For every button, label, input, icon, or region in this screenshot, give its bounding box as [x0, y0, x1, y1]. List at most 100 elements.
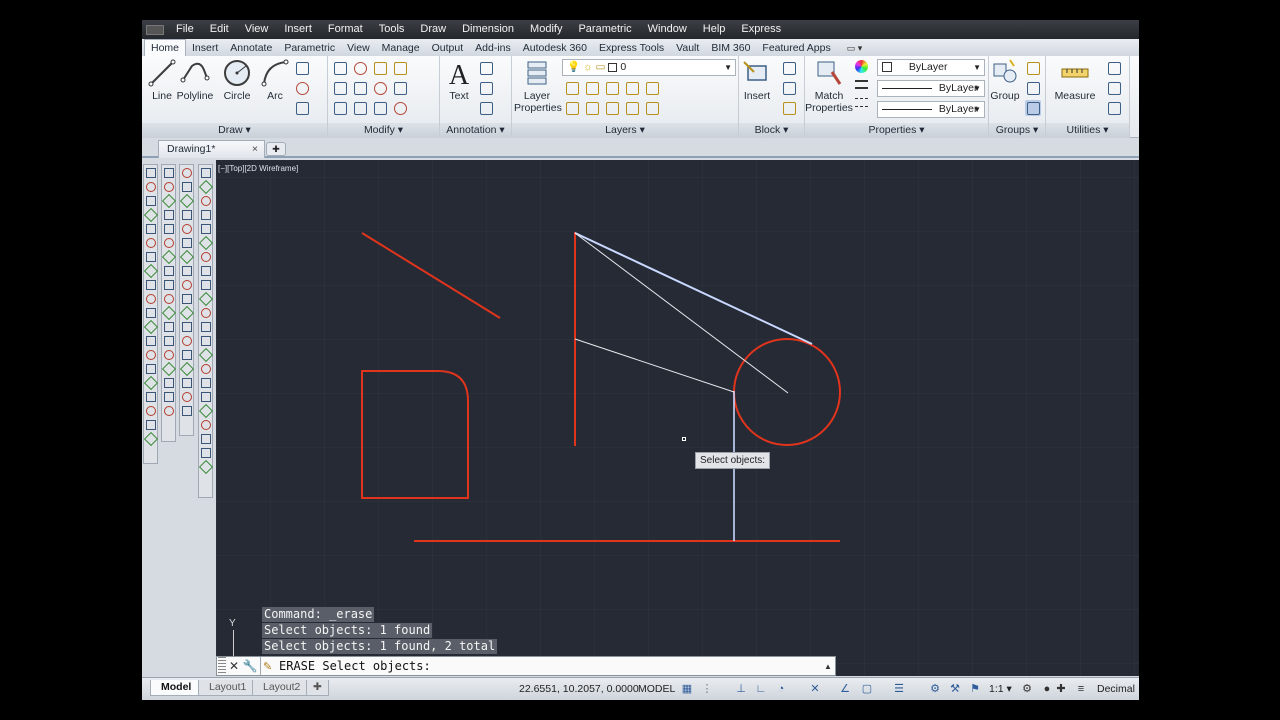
- customization-menu-icon[interactable]: ≡: [1074, 682, 1088, 696]
- toolbar-tool-icon[interactable]: [199, 306, 212, 319]
- tab-vault[interactable]: Vault: [670, 40, 705, 56]
- toolbar-tool-icon[interactable]: [199, 446, 212, 459]
- toolbar-tool-icon[interactable]: [199, 376, 212, 389]
- measure-button[interactable]: Measure: [1050, 58, 1100, 102]
- toolbar-tool-icon[interactable]: [180, 278, 193, 291]
- groups-panel-title[interactable]: Groups ▾: [989, 123, 1045, 138]
- layer-freeze-icon[interactable]: [604, 80, 620, 96]
- auto-scale-icon[interactable]: ⚒: [948, 682, 962, 696]
- toolbar-tool-icon[interactable]: [162, 404, 175, 417]
- layer-properties-button[interactable]: Layer Properties: [514, 58, 562, 114]
- toolbar-tool-icon[interactable]: [199, 194, 212, 207]
- toolbar-tool-icon[interactable]: [199, 390, 212, 403]
- arc-button[interactable]: Arc: [255, 58, 295, 102]
- isolate-objects-icon[interactable]: ✚: [1054, 682, 1068, 696]
- toolbar-tool-icon[interactable]: [144, 362, 157, 375]
- toolbar-tool-icon[interactable]: [199, 166, 212, 179]
- toolbar-tool-icon[interactable]: [162, 250, 175, 263]
- tab-express-tools[interactable]: Express Tools: [593, 40, 670, 56]
- insert-block-button[interactable]: Insert: [737, 58, 777, 102]
- layer-make-current-icon[interactable]: [644, 80, 660, 96]
- tab-output[interactable]: Output: [426, 40, 470, 56]
- tab-insert[interactable]: Insert: [186, 40, 224, 56]
- toolbar-tool-icon[interactable]: [162, 278, 175, 291]
- linear-dimension-icon[interactable]: [478, 60, 494, 76]
- array-icon[interactable]: [372, 100, 388, 116]
- toolbar-tool-icon[interactable]: [199, 460, 212, 473]
- layout-tab-model[interactable]: Model: [150, 680, 203, 696]
- object-snap-tracking-icon[interactable]: ✕: [808, 682, 822, 696]
- selection-cycling-icon[interactable]: ▢: [860, 682, 874, 696]
- select-all-icon[interactable]: [1106, 80, 1122, 96]
- toolbar-tool-icon[interactable]: [162, 222, 175, 235]
- cursor-coordinates[interactable]: 22.6551, 10.2057, 0.0000: [519, 683, 639, 695]
- modify-panel-title[interactable]: Modify ▾: [328, 123, 439, 138]
- new-layout-button[interactable]: ✚: [306, 680, 329, 696]
- quick-select-icon[interactable]: [1106, 60, 1122, 76]
- toolbar-tool-icon[interactable]: [180, 208, 193, 221]
- properties-panel-title[interactable]: Properties ▾: [805, 123, 988, 138]
- toolbar-tool-icon[interactable]: [162, 376, 175, 389]
- osnap-icon[interactable]: ∠: [838, 682, 852, 696]
- file-tab-drawing1[interactable]: Drawing1* ×: [158, 140, 265, 158]
- toolbar-tool-icon[interactable]: [180, 362, 193, 375]
- polyline-button[interactable]: Polyline: [175, 58, 215, 102]
- toolbar-tool-icon[interactable]: [144, 166, 157, 179]
- stretch-icon[interactable]: [332, 100, 348, 116]
- edit-block-icon[interactable]: [781, 80, 797, 96]
- layer-match-icon[interactable]: [644, 100, 660, 116]
- toolbar-tool-icon[interactable]: [180, 320, 193, 333]
- toolbar-tool-icon[interactable]: [162, 236, 175, 249]
- lineweight-toggle-icon[interactable]: ☰: [892, 682, 906, 696]
- layer-unisolate-icon[interactable]: [584, 100, 600, 116]
- layer-thaw-icon[interactable]: [604, 100, 620, 116]
- toolbar-tool-icon[interactable]: [144, 348, 157, 361]
- toolbar-tool-icon[interactable]: [144, 306, 157, 319]
- toolbar-tool-icon[interactable]: [180, 236, 193, 249]
- circle-button[interactable]: Circle: [217, 58, 257, 102]
- toolbar-tool-icon[interactable]: [199, 334, 212, 347]
- menu-dimension[interactable]: Dimension: [454, 20, 522, 39]
- tab-manage[interactable]: Manage: [376, 40, 426, 56]
- toolbar-tool-icon[interactable]: [199, 222, 212, 235]
- menu-format[interactable]: Format: [320, 20, 371, 39]
- tab-featured-apps[interactable]: Featured Apps: [756, 40, 836, 56]
- menu-tools[interactable]: Tools: [371, 20, 413, 39]
- toolbar-tool-icon[interactable]: [162, 362, 175, 375]
- toolbar-tool-icon[interactable]: [144, 194, 157, 207]
- toolbar-tool-icon[interactable]: [199, 320, 212, 333]
- toolbar-tool-icon[interactable]: [180, 194, 193, 207]
- toolbar-tool-icon[interactable]: [199, 208, 212, 221]
- block-panel-title[interactable]: Block ▾: [739, 123, 804, 138]
- command-input[interactable]: ERASE Select objects:: [279, 659, 821, 673]
- menu-insert[interactable]: Insert: [276, 20, 320, 39]
- toolbar-tool-icon[interactable]: [144, 376, 157, 389]
- layer-unlock-icon[interactable]: [624, 100, 640, 116]
- command-history-up-icon[interactable]: ▲: [821, 662, 835, 671]
- close-icon[interactable]: ×: [252, 141, 258, 157]
- layers-panel-title[interactable]: Layers ▾: [512, 123, 738, 138]
- tab-annotate[interactable]: Annotate: [224, 40, 278, 56]
- toolbar-tool-icon[interactable]: [180, 334, 193, 347]
- layer-dropdown[interactable]: 💡 ☼ ▭ 0 ▼: [562, 59, 736, 76]
- toolbar-tool-icon[interactable]: [144, 334, 157, 347]
- toolbar-tool-icon[interactable]: [199, 432, 212, 445]
- toolbar-tool-icon[interactable]: [144, 208, 157, 221]
- dynamic-input-icon[interactable]: ⊥: [734, 682, 748, 696]
- menu-view[interactable]: View: [237, 20, 277, 39]
- toolbar-tool-icon[interactable]: [199, 264, 212, 277]
- toolbar-tool-icon[interactable]: [144, 236, 157, 249]
- toolbar-tool-icon[interactable]: [144, 278, 157, 291]
- snap-toggle-icon[interactable]: ⋮: [700, 682, 714, 696]
- erase-icon[interactable]: [392, 60, 408, 76]
- group-edit-icon[interactable]: [1025, 80, 1041, 96]
- layer-lock-icon[interactable]: [624, 80, 640, 96]
- create-block-icon[interactable]: [781, 60, 797, 76]
- toolbar-tool-icon[interactable]: [162, 194, 175, 207]
- fillet-icon[interactable]: [372, 80, 388, 96]
- layer-off-icon[interactable]: [564, 80, 580, 96]
- ortho-icon[interactable]: ∟: [754, 682, 768, 696]
- layer-on-icon[interactable]: [564, 100, 580, 116]
- toolbar-tool-icon[interactable]: [144, 222, 157, 235]
- menu-help[interactable]: Help: [695, 20, 734, 39]
